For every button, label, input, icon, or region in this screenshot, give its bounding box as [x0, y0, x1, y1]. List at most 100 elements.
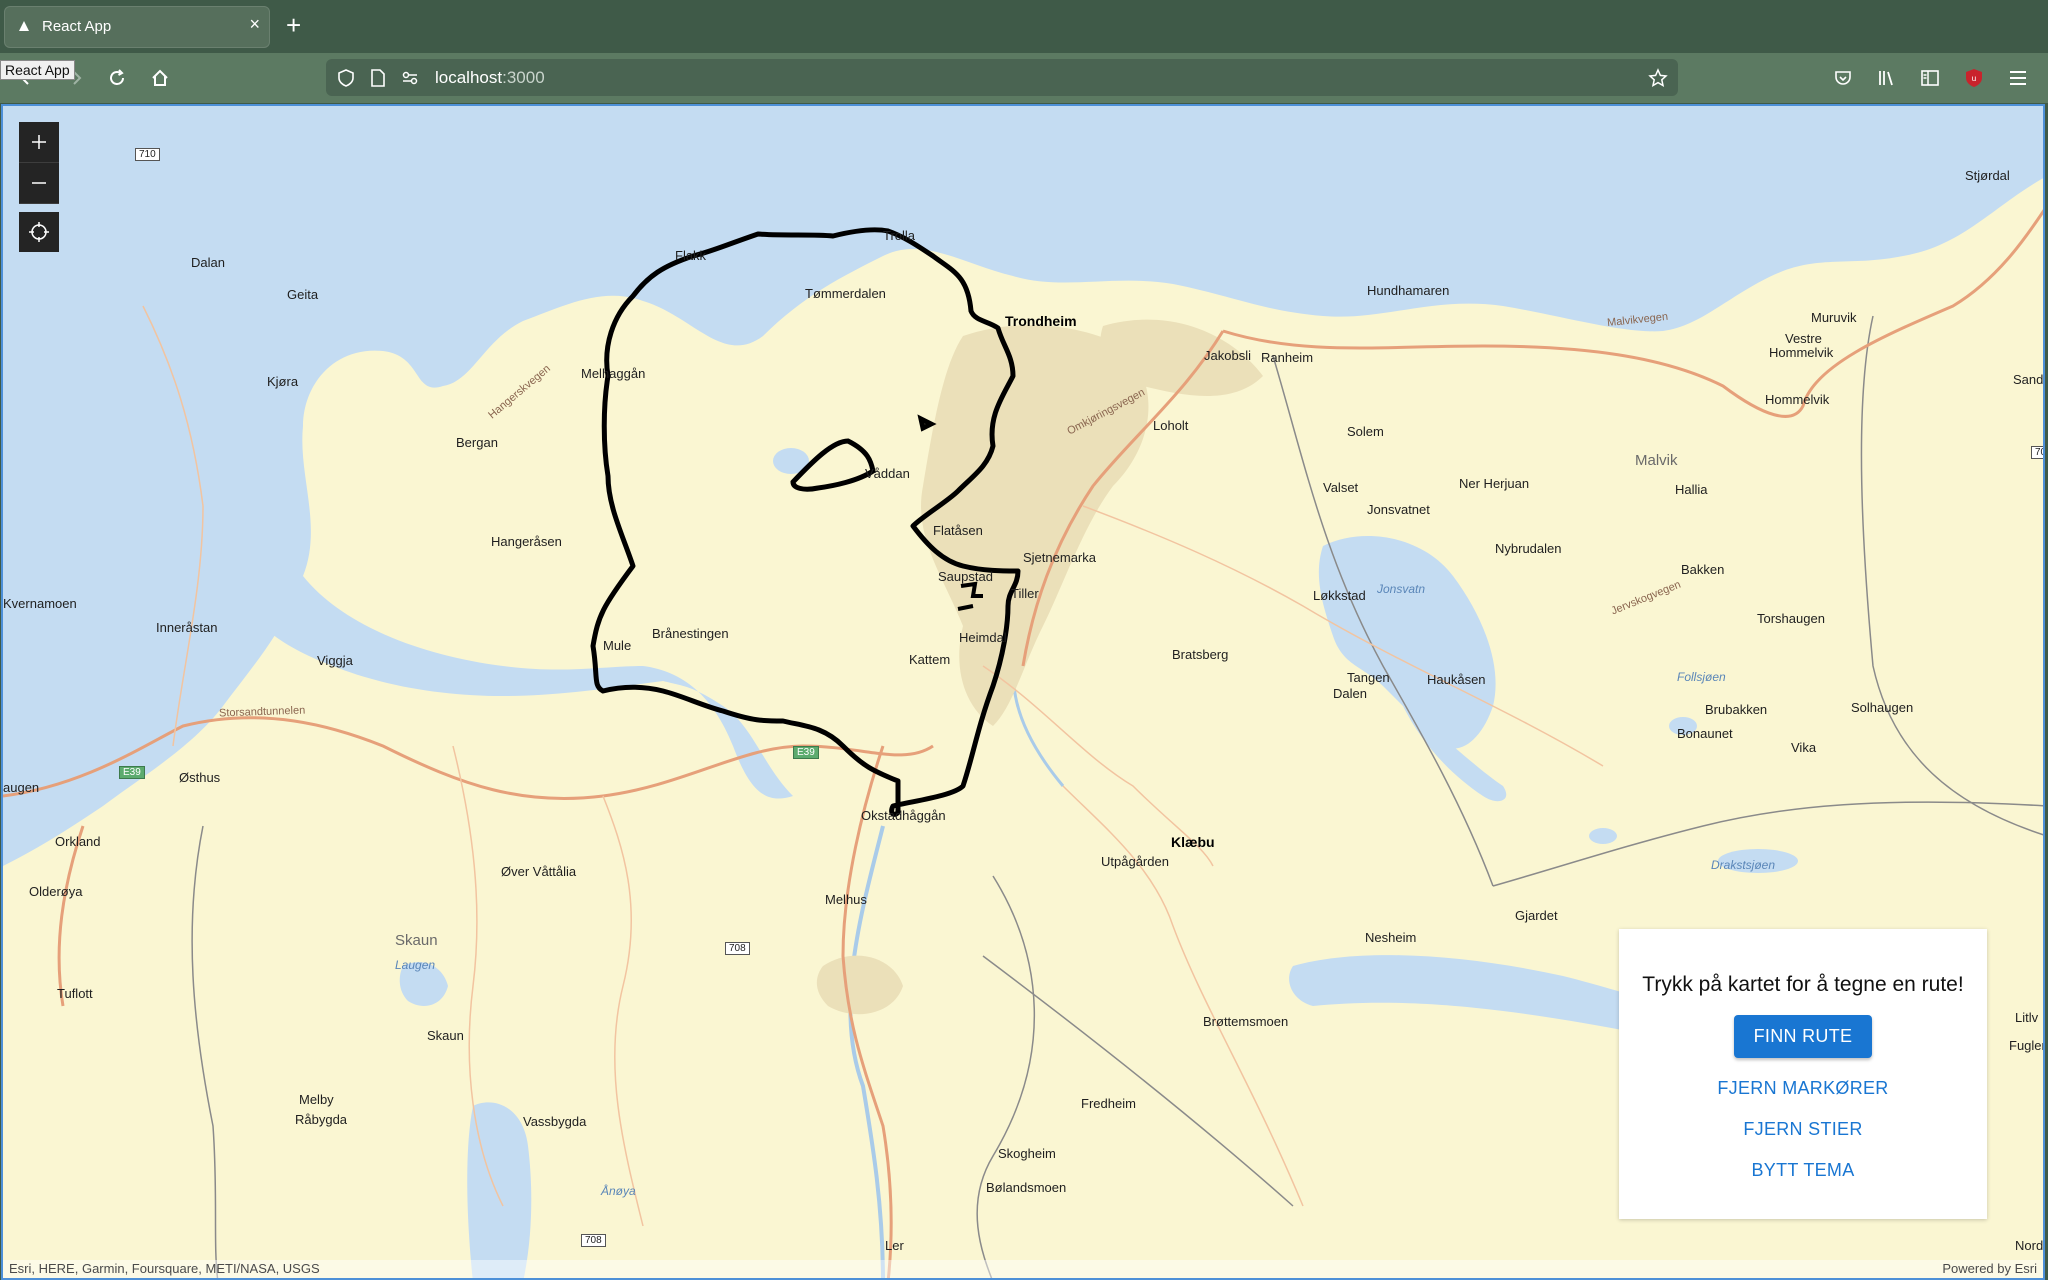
place-label: Løkkstad	[1313, 588, 1366, 603]
reload-icon[interactable]	[103, 64, 131, 92]
find-route-button[interactable]: FINN RUTE	[1733, 1015, 1873, 1058]
place-label: Brøttemsmoen	[1203, 1014, 1289, 1029]
browser-tab[interactable]: React App ×	[4, 6, 270, 48]
road-shield: 710	[135, 148, 160, 161]
place-label: Utpågården	[1101, 854, 1169, 869]
place-label: Hommelvik	[1765, 392, 1830, 407]
place-label: Kjøra	[267, 374, 299, 389]
place-label: Klæbu	[1171, 834, 1215, 850]
drawn-route-fragment-1	[917, 414, 937, 432]
tab-tooltip: React App	[0, 60, 75, 80]
permissions-icon[interactable]	[400, 68, 420, 88]
shield-icon[interactable]	[336, 68, 356, 88]
zoom-out-button[interactable]	[19, 163, 59, 204]
remove-paths-button[interactable]: FJERN STIER	[1619, 1119, 1987, 1140]
sidebar-icon[interactable]	[1916, 64, 1944, 92]
app-favicon-icon	[19, 21, 29, 31]
place-label: Tømmerdalen	[805, 286, 886, 301]
place-label: Melhaggån	[581, 366, 646, 381]
place-label: Tiller	[1011, 586, 1039, 601]
bookmark-star-icon[interactable]	[1648, 68, 1668, 88]
browser-tab-bar: React App × +	[0, 0, 2048, 53]
place-label: Melhus	[825, 892, 867, 907]
place-label: Bølandsmoen	[986, 1180, 1067, 1195]
place-label: Gjardet	[1515, 908, 1558, 923]
plus-icon	[32, 135, 46, 149]
place-label: Råbygda	[295, 1112, 348, 1127]
place-label: Vika	[1791, 740, 1817, 755]
route-panel: Trykk på kartet for å tegne en rute! FIN…	[1619, 929, 1987, 1219]
home-icon[interactable]	[146, 64, 174, 92]
place-label: Solem	[1347, 424, 1384, 439]
border-6	[191, 825, 219, 1278]
place-label: Muruvik	[1811, 310, 1857, 325]
library-icon[interactable]	[1873, 64, 1901, 92]
place-label: Ner Herjuan	[1459, 476, 1530, 491]
zoom-control	[19, 122, 59, 204]
place-label: Trondheim	[1005, 313, 1077, 329]
water-label: Follsjøen	[1677, 670, 1726, 684]
place-label: Flakk	[675, 248, 707, 263]
place-label: Ler	[885, 1238, 904, 1253]
place-label: Mule	[603, 638, 632, 653]
jonsvatnet-water	[1318, 536, 1496, 749]
place-label: Kvernamoen	[3, 596, 77, 611]
place-label: Torshaugen	[1757, 611, 1825, 626]
place-label: Geita	[287, 287, 319, 302]
browser-nav-bar: localhost:3000 u	[0, 53, 2048, 103]
road-shield: 708	[725, 942, 750, 955]
place-label: Valset	[1323, 480, 1359, 495]
place-label: augen	[3, 780, 40, 795]
road-shield-e39: E39	[119, 766, 145, 779]
place-label: Olderøya	[29, 884, 83, 899]
place-label: Skaun	[395, 932, 438, 949]
place-label: Okstadhåggån	[861, 808, 946, 823]
border-5	[1860, 315, 2043, 836]
lake-4	[1589, 828, 1617, 844]
place-label: Bratsberg	[1172, 647, 1229, 662]
place-label: Hallia	[1675, 482, 1708, 497]
url-text: localhost:3000	[435, 68, 545, 87]
water-label: Drakstsjøen	[1711, 858, 1776, 872]
place-label: Vestre	[1785, 331, 1822, 346]
switch-theme-button[interactable]: BYTT TEMA	[1619, 1160, 1987, 1181]
place-label: Solhaugen	[1851, 700, 1914, 715]
pocket-icon[interactable]	[1829, 64, 1857, 92]
place-label: Tuflott	[57, 986, 93, 1001]
road-shield: 70	[2031, 446, 2043, 459]
place-label: Ranheim	[1261, 350, 1314, 365]
place-label: Hangeråsen	[491, 534, 562, 549]
url-bar[interactable]: localhost:3000	[326, 59, 1678, 96]
place-label: Nybrudalen	[1495, 541, 1562, 556]
place-label: Haukåsen	[1427, 672, 1486, 687]
place-label: Bergan	[456, 435, 498, 450]
powered-by-text[interactable]: Powered by Esri	[1942, 1261, 2037, 1276]
place-label: Fugler	[2009, 1038, 2045, 1053]
place-label: Fredheim	[1081, 1096, 1136, 1111]
place-label: Heimdal	[959, 630, 1007, 645]
zoom-in-button[interactable]	[19, 122, 59, 163]
place-label: Øver Våttålia	[501, 864, 577, 879]
close-tab-icon[interactable]: ×	[249, 14, 260, 35]
place-label: Dalan	[191, 255, 225, 270]
new-tab-icon[interactable]: +	[286, 10, 301, 40]
attribution-text: Esri, HERE, Garmin, Foursquare, METI/NAS…	[9, 1261, 320, 1276]
menu-icon[interactable]	[2004, 64, 2032, 92]
water-label: Laugen	[395, 958, 436, 972]
place-label: Bonaunet	[1677, 726, 1733, 741]
place-label: Østhus	[179, 770, 221, 785]
place-label: Sjetnemarka	[1023, 550, 1096, 565]
page-icon[interactable]	[368, 68, 388, 88]
place-label: Flatåsen	[933, 523, 983, 538]
ublock-extension-icon[interactable]: u	[1960, 64, 1988, 92]
water-label: Jonsvatn	[1377, 582, 1426, 596]
place-label: Inneråstan	[156, 620, 218, 635]
panel-title: Trykk på kartet for å tegne en rute!	[1642, 973, 1964, 996]
place-label: Dalen	[1333, 686, 1367, 701]
remove-markers-button[interactable]: FJERN MARKØRER	[1619, 1078, 1987, 1099]
locate-button[interactable]	[19, 212, 59, 252]
minus-icon	[32, 182, 46, 184]
place-label: Stjørdal	[1965, 168, 2010, 183]
place-label: Nord	[2015, 1238, 2044, 1253]
place-label: Litlv	[2015, 1010, 2039, 1025]
